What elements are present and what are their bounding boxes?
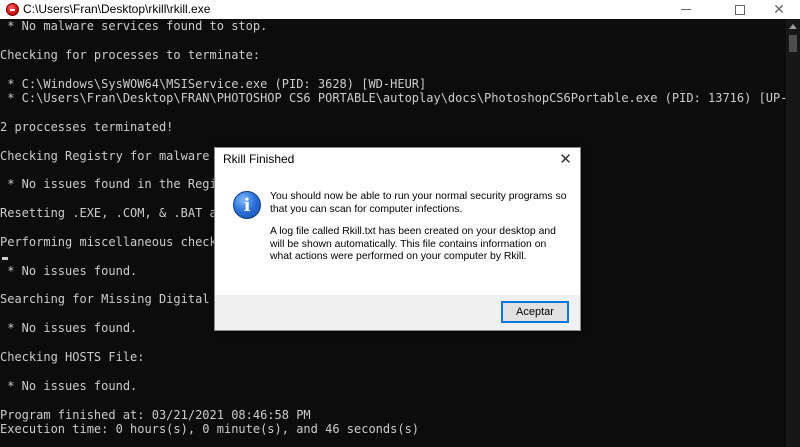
dialog-message-logfile: A log file called Rkill.txt has been cre…: [270, 226, 556, 262]
maximize-icon: [735, 4, 745, 15]
console-line: Checking for processes to terminate:: [0, 47, 261, 62]
minimize-icon: [681, 9, 691, 10]
rkill-app-icon: [6, 3, 19, 16]
console-line: * C:\Users\Fran\Desktop\FRAN\PHOTOSHOP C…: [0, 90, 786, 105]
console-scrollbar[interactable]: [786, 19, 800, 447]
dialog-body: i You should now be able to run your nor…: [215, 171, 580, 295]
dialog-footer: Aceptar: [215, 295, 580, 330]
rkill-finished-dialog: Rkill Finished ✕ i You should now be abl…: [214, 147, 581, 331]
console-line: 2 proccesses terminated!: [0, 119, 174, 134]
console-line: * No issues found.: [0, 378, 138, 393]
scrollbar-thumb[interactable]: [789, 35, 797, 52]
console-cursor: [2, 257, 8, 260]
dialog-message-security: You should now be able to run your norma…: [270, 191, 567, 215]
accept-button[interactable]: Aceptar: [501, 301, 569, 323]
minimize-button[interactable]: [663, 0, 709, 19]
console-line: * C:\Windows\SysWOW64\MSIService.exe (PI…: [0, 76, 427, 91]
dialog-title-bar[interactable]: Rkill Finished ✕: [215, 148, 580, 171]
close-window-button[interactable]: ✕: [756, 0, 800, 19]
dialog-title: Rkill Finished: [223, 152, 295, 166]
scroll-up-button[interactable]: [786, 19, 800, 33]
console-line: Checking HOSTS File:: [0, 349, 145, 364]
title-bar[interactable]: C:\Users\Fran\Desktop\rkill\rkill.exe ✕: [0, 0, 800, 19]
information-icon: i: [233, 191, 261, 219]
window-title: C:\Users\Fran\Desktop\rkill\rkill.exe: [23, 2, 211, 16]
dialog-close-button[interactable]: ✕: [551, 148, 580, 170]
rkill-console-window: C:\Users\Fran\Desktop\rkill\rkill.exe ✕ …: [0, 0, 800, 447]
console-line: Program finished at: 03/21/2021 08:46:58…: [0, 407, 311, 422]
close-icon: ✕: [773, 1, 785, 18]
console-line: Execution time: 0 hours(s), 0 minute(s),…: [0, 421, 420, 436]
console-line: * No malware services found to stop.: [0, 19, 268, 33]
chevron-up-icon: [789, 23, 797, 29]
